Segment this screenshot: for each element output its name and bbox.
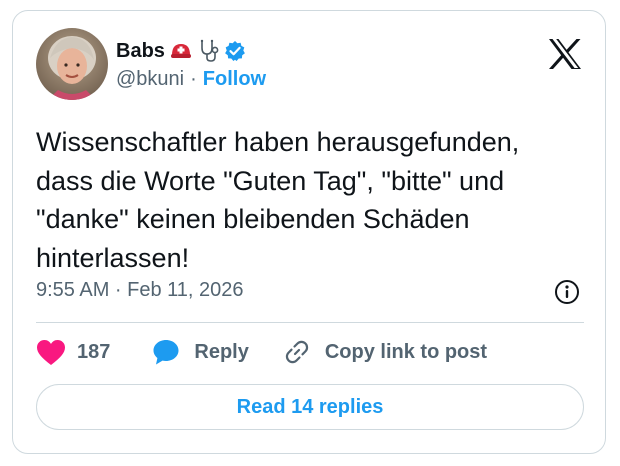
link-icon	[285, 340, 308, 364]
author-name-row: Babs	[116, 38, 246, 64]
verified-badge-icon	[224, 40, 246, 62]
copy-link-label: Copy link to post	[324, 340, 488, 363]
author-name[interactable]: Babs	[116, 40, 165, 63]
helmet-with-white-cross-icon	[170, 40, 192, 62]
divider	[36, 322, 584, 323]
author-handle[interactable]: @bkuni	[116, 68, 184, 91]
like-count: 187	[77, 340, 111, 363]
stethoscope-icon	[197, 39, 219, 63]
follow-button[interactable]: Follow	[203, 68, 266, 91]
tweet-text: Wissenschaftler haben herausgefunden, da…	[36, 127, 520, 273]
avatar[interactable]	[36, 28, 108, 100]
tweet-timestamp[interactable]: 9:55 AM · Feb 11, 2026	[36, 279, 244, 302]
tweet-card: Babs @bkuni · Follow Wissenschaftler hab…	[12, 10, 606, 454]
read-replies-button[interactable]: Read 14 replies	[36, 384, 584, 430]
reply-bubble-icon	[153, 340, 179, 365]
separator-dot: ·	[190, 68, 197, 90]
reply-label: Reply	[194, 340, 249, 363]
x-logo-icon[interactable]	[547, 38, 583, 75]
action-bar: 187 Reply Copy link to post	[36, 337, 487, 367]
reply-button[interactable]: Reply	[152, 338, 249, 366]
like-button[interactable]: 187	[36, 339, 110, 366]
heart-icon	[37, 339, 65, 365]
author-handle-row: @bkuni · Follow	[116, 68, 266, 91]
copy-link-button[interactable]: Copy link to post	[283, 338, 487, 366]
info-icon[interactable]	[554, 279, 580, 310]
